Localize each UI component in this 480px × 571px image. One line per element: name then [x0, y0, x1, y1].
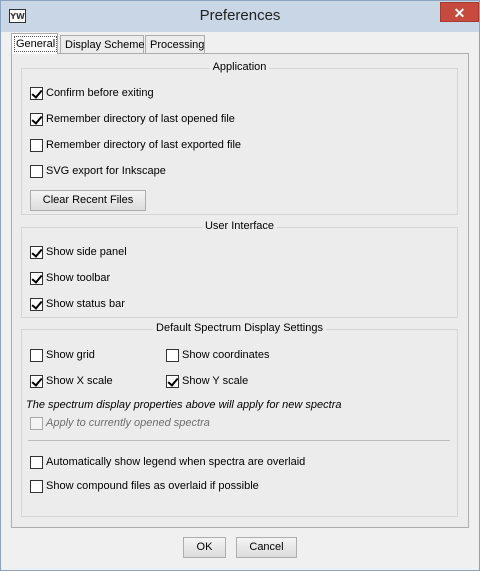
- tab-processing-label: Processing: [150, 39, 205, 51]
- show-side-panel-label: Show side panel: [46, 246, 127, 259]
- remember-exported-dir-label: Remember directory of last exported file: [46, 139, 242, 152]
- confirm-exit-option[interactable]: Confirm before exiting: [30, 85, 154, 101]
- show-y-scale-option[interactable]: Show Y scale: [166, 373, 248, 389]
- show-coordinates-label: Show coordinates: [182, 349, 270, 362]
- auto-legend-checkbox[interactable]: [30, 455, 43, 469]
- show-status-bar-checkbox[interactable]: [30, 297, 43, 311]
- show-grid-option[interactable]: Show grid: [30, 347, 95, 363]
- tab-general-label: General: [13, 36, 58, 52]
- show-x-scale-checkbox[interactable]: [30, 374, 43, 388]
- tab-general[interactable]: General: [11, 33, 58, 54]
- spectrum-settings-group: Default Spectrum Display Settings Show g…: [21, 322, 458, 517]
- show-side-panel-option[interactable]: Show side panel: [30, 244, 127, 260]
- compound-overlaid-label: Show compound files as overlaid if possi…: [46, 480, 259, 493]
- confirm-exit-label: Confirm before exiting: [46, 87, 154, 100]
- show-status-bar-option[interactable]: Show status bar: [30, 296, 125, 312]
- show-y-scale-checkbox[interactable]: [166, 374, 179, 388]
- apply-current-spectra-checkbox[interactable]: [30, 416, 43, 430]
- show-toolbar-checkbox[interactable]: [30, 271, 43, 285]
- spectrum-note: The spectrum display properties above wi…: [26, 399, 342, 411]
- application-group-title: Application: [22, 61, 457, 73]
- remember-opened-dir-checkbox[interactable]: [30, 112, 43, 126]
- show-status-bar-label: Show status bar: [46, 298, 125, 311]
- remember-exported-dir-option[interactable]: Remember directory of last exported file: [30, 137, 241, 153]
- show-coordinates-option[interactable]: Show coordinates: [166, 347, 269, 363]
- clear-recent-files-button[interactable]: Clear Recent Files: [30, 190, 146, 211]
- auto-legend-label: Automatically show legend when spectra a…: [46, 456, 306, 469]
- svg-inkscape-label: SVG export for Inkscape: [46, 165, 166, 178]
- dialog-body: General Display Scheme Processing Applic…: [7, 32, 473, 566]
- remember-exported-dir-checkbox[interactable]: [30, 138, 43, 152]
- confirm-exit-checkbox[interactable]: [30, 86, 43, 100]
- show-grid-label: Show grid: [46, 349, 95, 362]
- title-bar[interactable]: YW Preferences ✕: [1, 1, 479, 32]
- show-side-panel-checkbox[interactable]: [30, 245, 43, 259]
- window-title: Preferences: [199, 7, 281, 24]
- tab-processing[interactable]: Processing: [145, 35, 205, 53]
- svg-inkscape-option[interactable]: SVG export for Inkscape: [30, 163, 166, 179]
- apply-current-spectra-option[interactable]: Apply to currently opened spectra: [30, 415, 210, 431]
- compound-overlaid-checkbox[interactable]: [30, 479, 43, 493]
- svg-inkscape-checkbox[interactable]: [30, 164, 43, 178]
- compound-overlaid-option[interactable]: Show compound files as overlaid if possi…: [30, 478, 259, 494]
- ok-button[interactable]: OK: [183, 537, 226, 558]
- show-coordinates-checkbox[interactable]: [166, 348, 179, 362]
- show-y-scale-label: Show Y scale: [182, 375, 249, 388]
- general-tab-panel: Application Confirm before exiting Remem…: [11, 53, 469, 528]
- spectrum-settings-group-title: Default Spectrum Display Settings: [22, 322, 457, 334]
- show-toolbar-option[interactable]: Show toolbar: [30, 270, 110, 286]
- show-x-scale-option[interactable]: Show X scale: [30, 373, 113, 389]
- spectrum-separator: [28, 440, 450, 441]
- show-x-scale-label: Show X scale: [46, 375, 113, 388]
- user-interface-group-title: User Interface: [22, 220, 457, 232]
- apply-current-spectra-label: Apply to currently opened spectra: [46, 417, 210, 430]
- show-grid-checkbox[interactable]: [30, 348, 43, 362]
- remember-opened-dir-option[interactable]: Remember directory of last opened file: [30, 111, 235, 127]
- application-group: Application Confirm before exiting Remem…: [21, 61, 458, 215]
- auto-legend-option[interactable]: Automatically show legend when spectra a…: [30, 454, 305, 470]
- show-toolbar-label: Show toolbar: [46, 272, 111, 285]
- tab-display-scheme[interactable]: Display Scheme: [60, 35, 144, 53]
- cancel-button[interactable]: Cancel: [236, 537, 297, 558]
- user-interface-group: User Interface Show side panel Show tool…: [21, 220, 458, 318]
- preferences-window: YW Preferences ✕ General Display Scheme …: [0, 0, 480, 571]
- tab-display-scheme-label: Display Scheme: [65, 39, 145, 51]
- close-button[interactable]: ✕: [440, 2, 479, 22]
- remember-opened-dir-label: Remember directory of last opened file: [46, 113, 235, 126]
